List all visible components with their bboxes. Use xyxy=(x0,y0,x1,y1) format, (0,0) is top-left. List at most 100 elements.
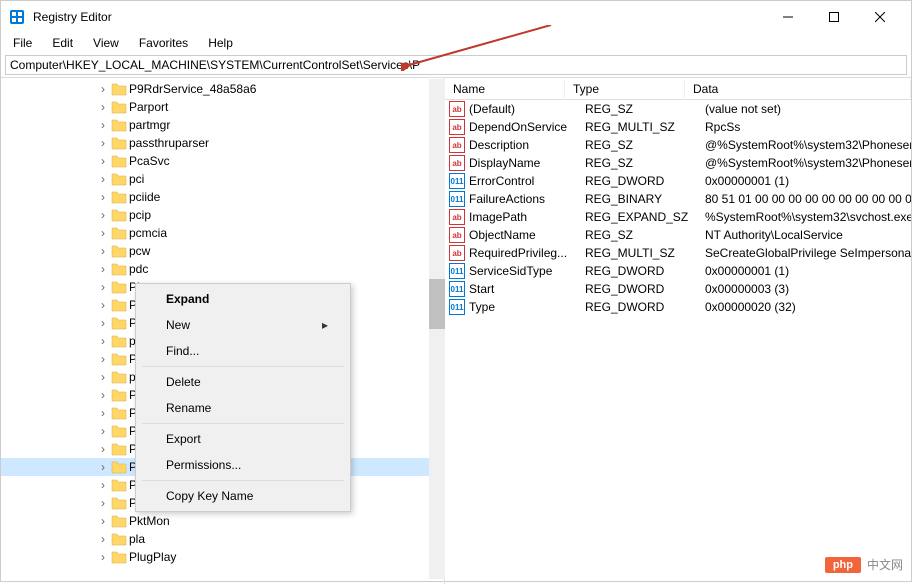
chevron-right-icon[interactable]: › xyxy=(97,154,109,168)
chevron-right-icon[interactable]: › xyxy=(97,172,109,186)
tree-item[interactable]: ›passthruparser xyxy=(1,134,444,152)
list-row[interactable]: 011FailureActionsREG_BINARY80 51 01 00 0… xyxy=(445,190,911,208)
chevron-right-icon[interactable]: › xyxy=(97,208,109,222)
list-row[interactable]: abDescriptionREG_SZ@%SystemRoot%\system3… xyxy=(445,136,911,154)
menu-favorites[interactable]: Favorites xyxy=(131,34,196,52)
list-row[interactable]: abDependOnServiceREG_MULTI_SZRpcSs xyxy=(445,118,911,136)
value-bin-icon: 011 xyxy=(449,173,465,189)
chevron-right-icon[interactable]: › xyxy=(97,442,109,456)
close-button[interactable] xyxy=(857,1,903,33)
chevron-right-icon[interactable]: › xyxy=(97,100,109,114)
tree-item[interactable]: ›Parport xyxy=(1,98,444,116)
chevron-right-icon[interactable]: › xyxy=(97,478,109,492)
tree-item[interactable]: ›partmgr xyxy=(1,116,444,134)
column-name[interactable]: Name xyxy=(445,80,565,98)
ctx-copy-key-name[interactable]: Copy Key Name xyxy=(138,483,348,509)
chevron-right-icon[interactable]: › xyxy=(97,550,109,564)
list-row[interactable]: abDisplayNameREG_SZ@%SystemRoot%\system3… xyxy=(445,154,911,172)
chevron-right-icon[interactable]: › xyxy=(97,82,109,96)
chevron-right-icon[interactable]: › xyxy=(97,190,109,204)
ctx-rename[interactable]: Rename xyxy=(138,395,348,421)
chevron-right-icon[interactable]: › xyxy=(97,262,109,276)
chevron-right-icon[interactable]: › xyxy=(97,226,109,240)
ctx-delete[interactable]: Delete xyxy=(138,369,348,395)
folder-icon xyxy=(111,370,127,384)
chevron-right-icon[interactable]: › xyxy=(97,496,109,510)
tree-item[interactable]: › P9RdrService_48a58a6 xyxy=(1,80,444,98)
value-type: REG_DWORD xyxy=(585,300,705,314)
folder-icon xyxy=(111,280,127,294)
chevron-right-icon[interactable]: › xyxy=(97,370,109,384)
maximize-button[interactable] xyxy=(811,1,857,33)
column-type[interactable]: Type xyxy=(565,80,685,98)
tree-item[interactable]: ›PktMon xyxy=(1,512,444,530)
value-bin-icon: 011 xyxy=(449,281,465,297)
value-type: REG_SZ xyxy=(585,156,705,170)
tree-scrollbar[interactable] xyxy=(429,79,445,579)
tree-item[interactable]: › pdc xyxy=(1,260,444,278)
chevron-right-icon[interactable]: › xyxy=(97,244,109,258)
menu-help[interactable]: Help xyxy=(200,34,241,52)
tree-item[interactable]: ›pla xyxy=(1,530,444,548)
menubar: File Edit View Favorites Help xyxy=(1,33,911,53)
value-name: ServiceSidType xyxy=(469,264,585,278)
tree-label: P9RdrService_48a58a6 xyxy=(129,82,256,96)
ctx-permissions[interactable]: Permissions... xyxy=(138,452,348,478)
tree-item[interactable]: ›pcip xyxy=(1,206,444,224)
chevron-right-icon[interactable]: › xyxy=(97,388,109,402)
list-row[interactable]: ab(Default)REG_SZ(value not set) xyxy=(445,100,911,118)
value-type: REG_SZ xyxy=(585,228,705,242)
folder-icon xyxy=(111,100,127,114)
list-row[interactable]: 011ServiceSidTypeREG_DWORD0x00000001 (1) xyxy=(445,262,911,280)
list-header: Name Type Data xyxy=(445,78,911,100)
chevron-right-icon[interactable]: › xyxy=(97,136,109,150)
column-data[interactable]: Data xyxy=(685,80,911,98)
tree-label: PcaSvc xyxy=(129,154,170,168)
chevron-right-icon[interactable]: › xyxy=(97,514,109,528)
tree-item[interactable]: › pcmcia xyxy=(1,224,444,242)
value-sz-icon: ab xyxy=(449,155,465,171)
tree-item[interactable]: ›pciide xyxy=(1,188,444,206)
ctx-find[interactable]: Find... xyxy=(138,338,348,364)
ctx-export[interactable]: Export xyxy=(138,426,348,452)
tree-item[interactable]: › PcaSvc xyxy=(1,152,444,170)
chevron-right-icon[interactable]: › xyxy=(97,424,109,438)
chevron-right-icon[interactable]: › xyxy=(97,460,109,474)
minimize-button[interactable] xyxy=(765,1,811,33)
menu-file[interactable]: File xyxy=(5,34,40,52)
folder-icon xyxy=(111,550,127,564)
folder-icon xyxy=(111,244,127,258)
ctx-expand[interactable]: Expand xyxy=(138,286,348,312)
address-input[interactable] xyxy=(5,55,907,75)
value-data: 0x00000001 (1) xyxy=(705,264,911,278)
chevron-right-icon[interactable]: › xyxy=(97,334,109,348)
chevron-right-icon[interactable]: › xyxy=(97,118,109,132)
list-row[interactable]: abRequiredPrivileg...REG_MULTI_SZSeCreat… xyxy=(445,244,911,262)
list-row[interactable]: abObjectNameREG_SZNT Authority\LocalServ… xyxy=(445,226,911,244)
value-name: (Default) xyxy=(469,102,585,116)
value-type: REG_SZ xyxy=(585,102,705,116)
list-row[interactable]: 011TypeREG_DWORD0x00000020 (32) xyxy=(445,298,911,316)
menu-edit[interactable]: Edit xyxy=(44,34,81,52)
chevron-right-icon[interactable]: › xyxy=(97,406,109,420)
folder-icon xyxy=(111,136,127,150)
chevron-right-icon[interactable]: › xyxy=(97,352,109,366)
chevron-right-icon[interactable]: › xyxy=(97,532,109,546)
tree-item[interactable]: ›pcw xyxy=(1,242,444,260)
tree-label: pcmcia xyxy=(129,226,167,240)
list-row[interactable]: 011StartREG_DWORD0x00000003 (3) xyxy=(445,280,911,298)
chevron-right-icon[interactable]: › xyxy=(97,298,109,312)
tree-item[interactable]: ›PlugPlay xyxy=(1,548,444,566)
menu-view[interactable]: View xyxy=(85,34,127,52)
folder-icon xyxy=(111,172,127,186)
chevron-right-icon[interactable]: › xyxy=(97,280,109,294)
tree-item[interactable]: ›pci xyxy=(1,170,444,188)
value-type: REG_DWORD xyxy=(585,174,705,188)
value-sz-icon: ab xyxy=(449,137,465,153)
list-row[interactable]: abImagePathREG_EXPAND_SZ%SystemRoot%\sys… xyxy=(445,208,911,226)
chevron-right-icon[interactable]: › xyxy=(97,316,109,330)
list-panel[interactable]: Name Type Data ab(Default)REG_SZ(value n… xyxy=(445,78,911,584)
ctx-new[interactable]: New▸ xyxy=(138,312,348,338)
list-row[interactable]: 011ErrorControlREG_DWORD0x00000001 (1) xyxy=(445,172,911,190)
tree-label: pdc xyxy=(129,262,148,276)
